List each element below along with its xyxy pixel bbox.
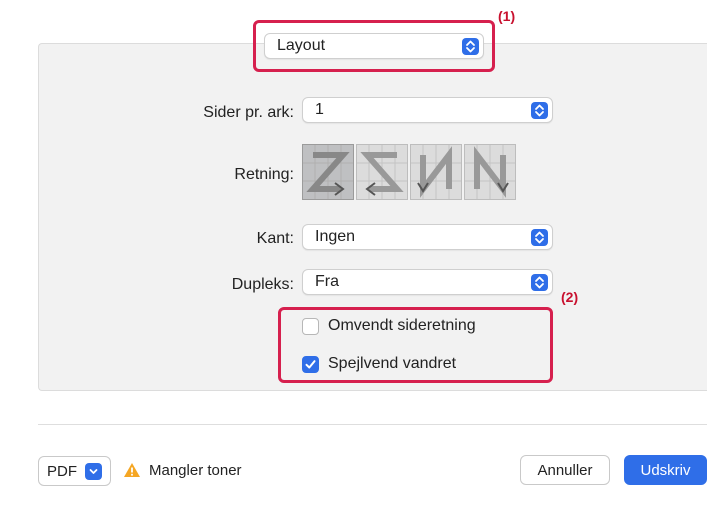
orientation-label: Retning: <box>234 166 294 183</box>
chevron-down-icon <box>85 462 102 480</box>
pages-per-sheet-label: Sider pr. ark: <box>203 104 294 121</box>
callout-1: (1) <box>498 8 516 24</box>
orientation-z-button[interactable] <box>302 144 354 200</box>
updown-arrows-icon <box>531 229 548 246</box>
border-select[interactable]: Ingen <box>302 224 553 250</box>
pdf-menu-button[interactable]: PDF <box>38 456 111 486</box>
orientation-reverse-z-button[interactable] <box>356 144 408 200</box>
mirror-horizontal-checkbox[interactable]: Spejlvend vandret <box>302 355 456 373</box>
reverse-page-order-checkbox[interactable]: Omvendt sideretning <box>302 317 476 335</box>
callout-2: (2) <box>561 289 579 305</box>
checkbox-unchecked[interactable] <box>302 317 319 335</box>
updown-arrows-icon <box>531 274 548 291</box>
duplex-value: Fra <box>315 273 339 290</box>
print-button[interactable]: Udskriv <box>624 455 707 485</box>
pages-per-sheet-select[interactable]: 1 <box>302 97 553 123</box>
border-label: Kant: <box>256 230 294 247</box>
updown-arrows-icon <box>531 102 548 119</box>
warning-icon <box>123 462 141 483</box>
updown-arrows-icon <box>462 38 479 55</box>
reverse-page-order-label: Omvendt sideretning <box>328 317 476 334</box>
duplex-select[interactable]: Fra <box>302 269 553 295</box>
mirror-horizontal-label: Spejlvend vandret <box>328 355 457 372</box>
checkmark-icon[interactable] <box>302 355 319 373</box>
duplex-label: Dupleks: <box>231 276 294 293</box>
pdf-label: PDF <box>47 462 77 480</box>
footer-divider <box>38 424 707 425</box>
layout-popup-value: Layout <box>277 37 326 54</box>
cancel-button[interactable]: Annuller <box>520 455 610 485</box>
pages-per-sheet-value: 1 <box>315 101 324 118</box>
orientation-n-button[interactable] <box>464 144 516 200</box>
layout-section-popup[interactable]: Layout <box>264 33 484 59</box>
warning-text: Mangler toner <box>149 462 242 479</box>
border-value: Ingen <box>315 228 356 245</box>
orientation-reverse-n-button[interactable] <box>410 144 462 200</box>
